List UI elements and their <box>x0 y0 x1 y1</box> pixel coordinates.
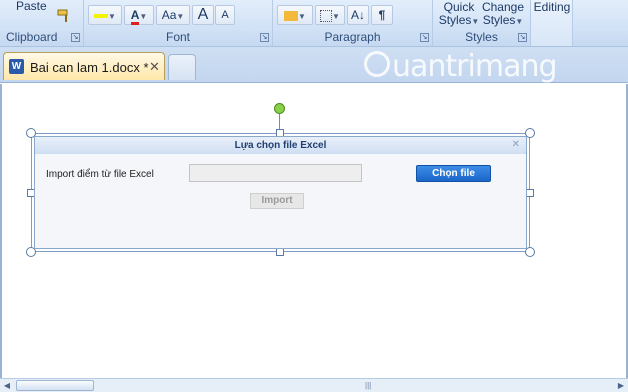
font-group-label: Font <box>165 30 190 44</box>
styles-launcher-icon[interactable]: ↘ <box>518 33 527 42</box>
shrink-font-button[interactable]: A <box>215 5 235 25</box>
close-tab-icon[interactable]: ✕ <box>149 59 160 75</box>
font-group: ▼ A▼ Aa▼ A A Font ↘ <box>84 0 273 46</box>
borders-icon <box>320 9 333 22</box>
clipboard-group: Paste Clipboard ↘ <box>0 0 84 46</box>
excel-file-dialog: Lựa chọn file Excel ✕ Import điểm từ fil… <box>34 136 527 249</box>
word-doc-icon: W <box>9 59 24 74</box>
change-styles-label-2: Styles <box>482 13 516 27</box>
document-tab-title: Bai can lam 1.docx * <box>30 60 149 75</box>
horizontal-scrollbar[interactable]: ◀ ||| ▶ <box>0 378 628 392</box>
highlight-icon <box>94 13 109 18</box>
new-tab-button[interactable] <box>168 54 196 80</box>
import-button[interactable]: Import <box>250 193 304 209</box>
resize-handle-right[interactable] <box>526 189 534 197</box>
chevron-down-icon: ▼ <box>471 17 480 26</box>
rotation-handle[interactable] <box>274 103 285 114</box>
clipboard-launcher-icon[interactable]: ↘ <box>71 33 80 42</box>
shading-icon <box>284 10 299 21</box>
paragraph-group: ▼ ▼ A↓ ¶ Paragraph ↘ <box>273 0 433 46</box>
highlight-color-button[interactable]: ▼ <box>88 5 122 25</box>
show-marks-button[interactable]: ¶ <box>371 5 393 25</box>
scroll-thumb[interactable] <box>16 380 94 391</box>
dialog-close-icon[interactable]: ✕ <box>512 138 520 152</box>
quick-styles-button[interactable]: Quick Styles▼ <box>437 1 481 28</box>
document-tab[interactable]: W Bai can lam 1.docx * ✕ <box>3 52 165 80</box>
quick-styles-label-2: Styles <box>438 13 472 27</box>
chevron-down-icon: ▼ <box>298 12 306 21</box>
chevron-down-icon: ▼ <box>332 12 340 21</box>
show-marks-label: ¶ <box>378 8 386 22</box>
import-label: Import điểm từ file Excel <box>46 169 154 180</box>
grow-font-button[interactable]: A <box>192 5 214 25</box>
chevron-down-icon: ▼ <box>515 17 524 26</box>
watermark-logo-icon <box>364 51 390 77</box>
change-case-label: Aa <box>161 8 177 22</box>
styles-group-label: Styles <box>465 30 498 44</box>
resize-handle-bottom[interactable] <box>276 248 284 256</box>
shading-button[interactable]: ▼ <box>277 5 313 25</box>
ribbon: Paste Clipboard ↘ ▼ A▼ Aa▼ A A Font ↘ ▼ <box>0 0 628 47</box>
scroll-right-icon[interactable]: ▶ <box>614 379 628 392</box>
chevron-down-icon: ▼ <box>176 12 185 21</box>
dialog-title: Lựa chọn file Excel <box>35 137 526 154</box>
change-styles-button[interactable]: Change Styles▼ <box>481 1 525 28</box>
sort-label: A↓ <box>350 8 365 22</box>
font-color-button[interactable]: A▼ <box>124 5 154 25</box>
chevron-down-icon: ▼ <box>139 12 148 21</box>
editing-button[interactable]: Editing <box>533 1 571 14</box>
scroll-left-icon[interactable]: ◀ <box>0 379 14 392</box>
scroll-grip-icon: ||| <box>365 381 372 390</box>
paste-button[interactable]: Paste <box>16 0 47 13</box>
choose-file-button[interactable]: Chọn file <box>416 165 491 182</box>
watermark-text: uantrimang <box>392 49 558 84</box>
format-painter-icon[interactable] <box>56 8 72 24</box>
paragraph-launcher-icon[interactable]: ↘ <box>420 33 429 42</box>
sort-button[interactable]: A↓ <box>347 5 369 25</box>
editing-label: Editing <box>533 0 571 14</box>
grow-font-label: A <box>197 6 209 23</box>
paste-label: Paste <box>16 0 47 13</box>
shrink-font-label: A <box>221 9 229 21</box>
chevron-down-icon: ▼ <box>108 12 116 21</box>
editing-group: Editing <box>531 0 573 46</box>
font-launcher-icon[interactable]: ↘ <box>260 33 269 42</box>
file-path-input[interactable] <box>189 164 362 182</box>
paragraph-group-label: Paragraph <box>324 30 381 44</box>
borders-button[interactable]: ▼ <box>315 5 345 25</box>
change-case-button[interactable]: Aa▼ <box>156 5 190 25</box>
styles-group: Quick Styles▼ Change Styles▼ Styles ↘ <box>433 0 531 46</box>
